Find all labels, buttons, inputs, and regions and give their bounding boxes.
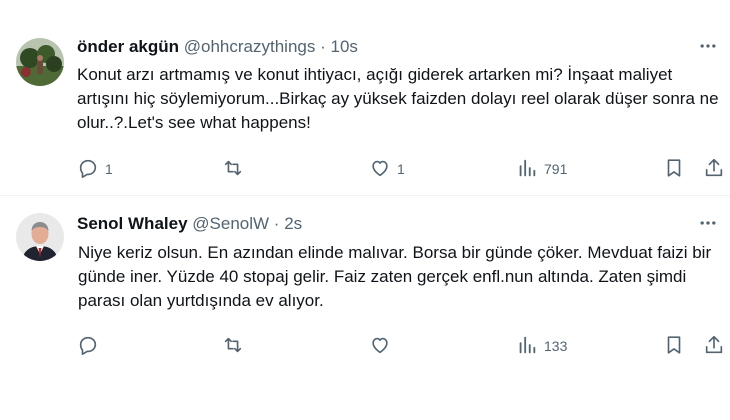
views-icon bbox=[516, 334, 538, 359]
display-name[interactable]: önder akgün bbox=[77, 37, 179, 56]
reply-button[interactable] bbox=[77, 334, 105, 358]
timestamp[interactable]: 10s bbox=[331, 37, 358, 56]
reply-button[interactable]: 1 bbox=[77, 157, 113, 181]
separator-dot: · bbox=[273, 214, 280, 233]
avatar[interactable] bbox=[16, 38, 64, 86]
views-count: 133 bbox=[544, 338, 568, 354]
more-button[interactable] bbox=[696, 213, 720, 237]
like-icon bbox=[369, 334, 391, 359]
reply-icon bbox=[77, 334, 99, 359]
more-icon bbox=[698, 213, 718, 238]
views-button[interactable]: 791 bbox=[516, 157, 567, 181]
bookmark-button[interactable] bbox=[663, 157, 685, 181]
share-button[interactable] bbox=[703, 157, 725, 181]
bookmark-icon bbox=[663, 334, 685, 359]
reply-icon bbox=[77, 157, 99, 182]
like-button[interactable] bbox=[369, 334, 397, 358]
user-handle[interactable]: @SenolW bbox=[192, 214, 269, 233]
retweet-icon bbox=[222, 334, 244, 359]
user-handle[interactable]: @ohhcrazythings bbox=[184, 37, 316, 56]
tweet-text: Niye keriz olsun. En azından elinde malı… bbox=[78, 243, 712, 310]
more-icon bbox=[698, 36, 718, 61]
tweet-actions: 133 bbox=[0, 334, 730, 358]
views-button[interactable]: 133 bbox=[516, 334, 567, 358]
bookmark-icon bbox=[663, 157, 685, 182]
retweet-button[interactable] bbox=[222, 157, 250, 181]
tweet-header: önder akgün @ohhcrazythings · 10s bbox=[77, 37, 358, 57]
display-name[interactable]: Senol Whaley bbox=[77, 214, 188, 233]
share-button[interactable] bbox=[703, 334, 725, 358]
like-icon bbox=[369, 157, 391, 182]
retweet-button[interactable] bbox=[222, 334, 250, 358]
share-icon bbox=[703, 334, 725, 359]
share-icon bbox=[703, 157, 725, 182]
tweet-actions: 1 1 791 bbox=[0, 157, 730, 181]
views-icon bbox=[516, 157, 538, 182]
separator-dot: · bbox=[320, 37, 326, 56]
views-count: 791 bbox=[544, 161, 568, 177]
like-button[interactable]: 1 bbox=[369, 157, 405, 181]
like-count: 1 bbox=[397, 161, 405, 177]
tweet[interactable]: önder akgün @ohhcrazythings · 10s Konut … bbox=[0, 0, 730, 196]
bookmark-button[interactable] bbox=[663, 334, 685, 358]
retweet-icon bbox=[222, 157, 244, 182]
tweet[interactable]: Senol Whaley @SenolW · 2s Niye keriz ols… bbox=[0, 197, 730, 420]
reply-count: 1 bbox=[105, 161, 113, 177]
avatar[interactable] bbox=[16, 213, 64, 261]
timestamp[interactable]: 2s bbox=[284, 214, 302, 233]
more-button[interactable] bbox=[696, 36, 720, 60]
tweet-header: Senol Whaley @SenolW · 2s bbox=[77, 214, 302, 234]
tweet-text: Konut arzı artmamış ve konut ihtiyacı, a… bbox=[77, 65, 719, 132]
